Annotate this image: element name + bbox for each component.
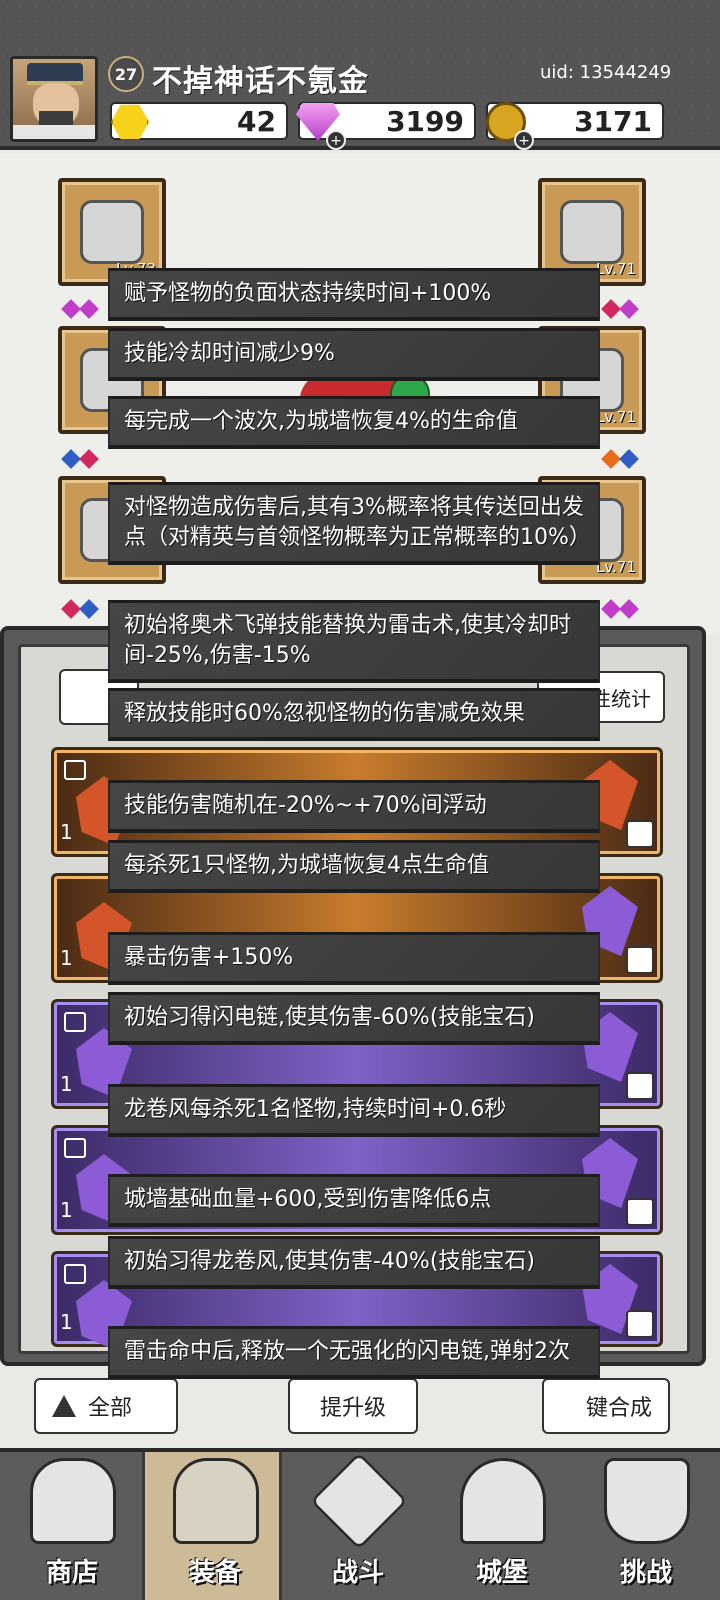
tooltip-entry: 每杀死1只怪物,为城墙恢复4点生命值 (108, 840, 600, 893)
tooltip-entry: 每完成一个波次,为城墙恢复4%的生命值 (108, 396, 600, 449)
player-level-badge: 27 (108, 56, 144, 92)
nav-equipment[interactable]: 装备 (142, 1452, 282, 1600)
slot-gems (61, 299, 99, 319)
gem-quantity: 1 (60, 1198, 73, 1222)
filter-all-button[interactable]: 全部 (34, 1378, 178, 1434)
hexagon-gold-icon (108, 100, 152, 144)
tooltip-entry: 赋予怪物的负面状态持续时间+100% (108, 268, 600, 321)
top-header: 27 不掉神话不氪金 uid: 13544249 42 + 3199 + 317… (0, 0, 720, 150)
gem-type-icon (626, 1310, 654, 1338)
tooltip-entry: 龙卷风每杀死1名怪物,持续时间+0.6秒 (108, 1084, 600, 1137)
tooltip-entry: 技能冷却时间减少9% (108, 328, 600, 381)
coin-value: 3171 (574, 105, 652, 138)
slot-level: Lv.71 (596, 558, 636, 576)
gem-quantity: 1 (60, 946, 73, 970)
gem-value: 3199 (386, 105, 464, 138)
slot-gems (61, 449, 99, 469)
nav-battle[interactable]: 战斗 (288, 1452, 428, 1600)
gem-type-icon (626, 1198, 654, 1226)
lock-icon[interactable] (64, 1012, 86, 1032)
shop-icon (30, 1458, 116, 1544)
tooltip-entry: 技能伤害随机在-20%~+70%间浮动 (108, 780, 600, 833)
gem-type-icon (626, 1072, 654, 1100)
slot-gems (601, 299, 639, 319)
avatar-robe (13, 125, 95, 139)
upgrade-button[interactable]: 提升级 (288, 1378, 418, 1434)
nav-challenge-label: 挑战 (619, 1558, 672, 1588)
nav-castle[interactable]: 城堡 (432, 1452, 572, 1600)
weapon-icon (560, 200, 624, 264)
gold-resource: 42 (110, 102, 288, 140)
tooltip-entry: 对怪物造成伤害后,其有3%概率将其传送回出发点（对精英与首领怪物概率为正常概率的… (108, 482, 600, 565)
nav-shop[interactable]: 商店 (2, 1452, 142, 1600)
backpack-icon (173, 1458, 259, 1544)
slot-gems (601, 449, 639, 469)
tooltip-entry: 暴击伤害+150% (108, 932, 600, 985)
tooltip-entry: 初始习得闪电链,使其伤害-60%(技能宝石) (108, 992, 600, 1045)
gold-value: 42 (237, 105, 276, 138)
slot-gems (61, 599, 99, 619)
coin-resource: + 3171 (486, 102, 664, 150)
add-coins-button[interactable]: + (514, 130, 534, 150)
bottom-navigation: 商店 装备 战斗 城堡 挑战 (0, 1448, 720, 1600)
triangle-up-icon (52, 1395, 76, 1417)
tooltip-entry: 释放技能时60%忽视怪物的伤害减免效果 (108, 688, 600, 741)
player-name: 不掉神话不氪金 (152, 64, 369, 99)
nav-equipment-label: 装备 (188, 1558, 241, 1588)
player-avatar[interactable] (10, 56, 98, 142)
gem-quantity: 1 (60, 1310, 73, 1334)
lock-icon[interactable] (64, 760, 86, 780)
gem-quantity: 1 (60, 820, 73, 844)
gem-type-icon (626, 820, 654, 848)
nav-battle-label: 战斗 (331, 1558, 384, 1588)
one-click-compose-button[interactable]: 键合成 (542, 1378, 670, 1434)
lock-icon[interactable] (64, 1138, 86, 1158)
crossed-swords-icon (310, 1452, 408, 1550)
shield-icon (604, 1458, 690, 1544)
gem-quantity: 1 (60, 1072, 73, 1096)
filter-all-label: 全部 (88, 1396, 133, 1421)
gem-type-icon (626, 946, 654, 974)
player-uid: uid: 13544249 (540, 62, 672, 83)
castle-icon (460, 1458, 546, 1544)
nav-shop-label: 商店 (45, 1558, 98, 1588)
tooltip-entry: 雷击命中后,释放一个无强化的闪电链,弹射2次 (108, 1326, 600, 1379)
helmet-icon (80, 200, 144, 264)
slot-level: Lv.71 (596, 408, 636, 426)
avatar-hat (27, 63, 83, 85)
tooltip-entry: 初始将奥术飞弹技能替换为雷击术,使其冷却时间-25%,伤害-15% (108, 600, 600, 683)
nav-castle-label: 城堡 (475, 1558, 528, 1588)
slot-level: Lv.71 (596, 260, 636, 278)
lock-icon[interactable] (64, 1264, 86, 1284)
slot-gems (601, 599, 639, 619)
tooltip-entry: 城墙基础血量+600,受到伤害降低6点 (108, 1174, 600, 1227)
add-gems-button[interactable]: + (326, 130, 346, 150)
tooltip-entry: 初始习得龙卷风,使其伤害-40%(技能宝石) (108, 1236, 600, 1289)
gem-resource: + 3199 (296, 102, 476, 150)
nav-challenge[interactable]: 挑战 (576, 1452, 716, 1600)
